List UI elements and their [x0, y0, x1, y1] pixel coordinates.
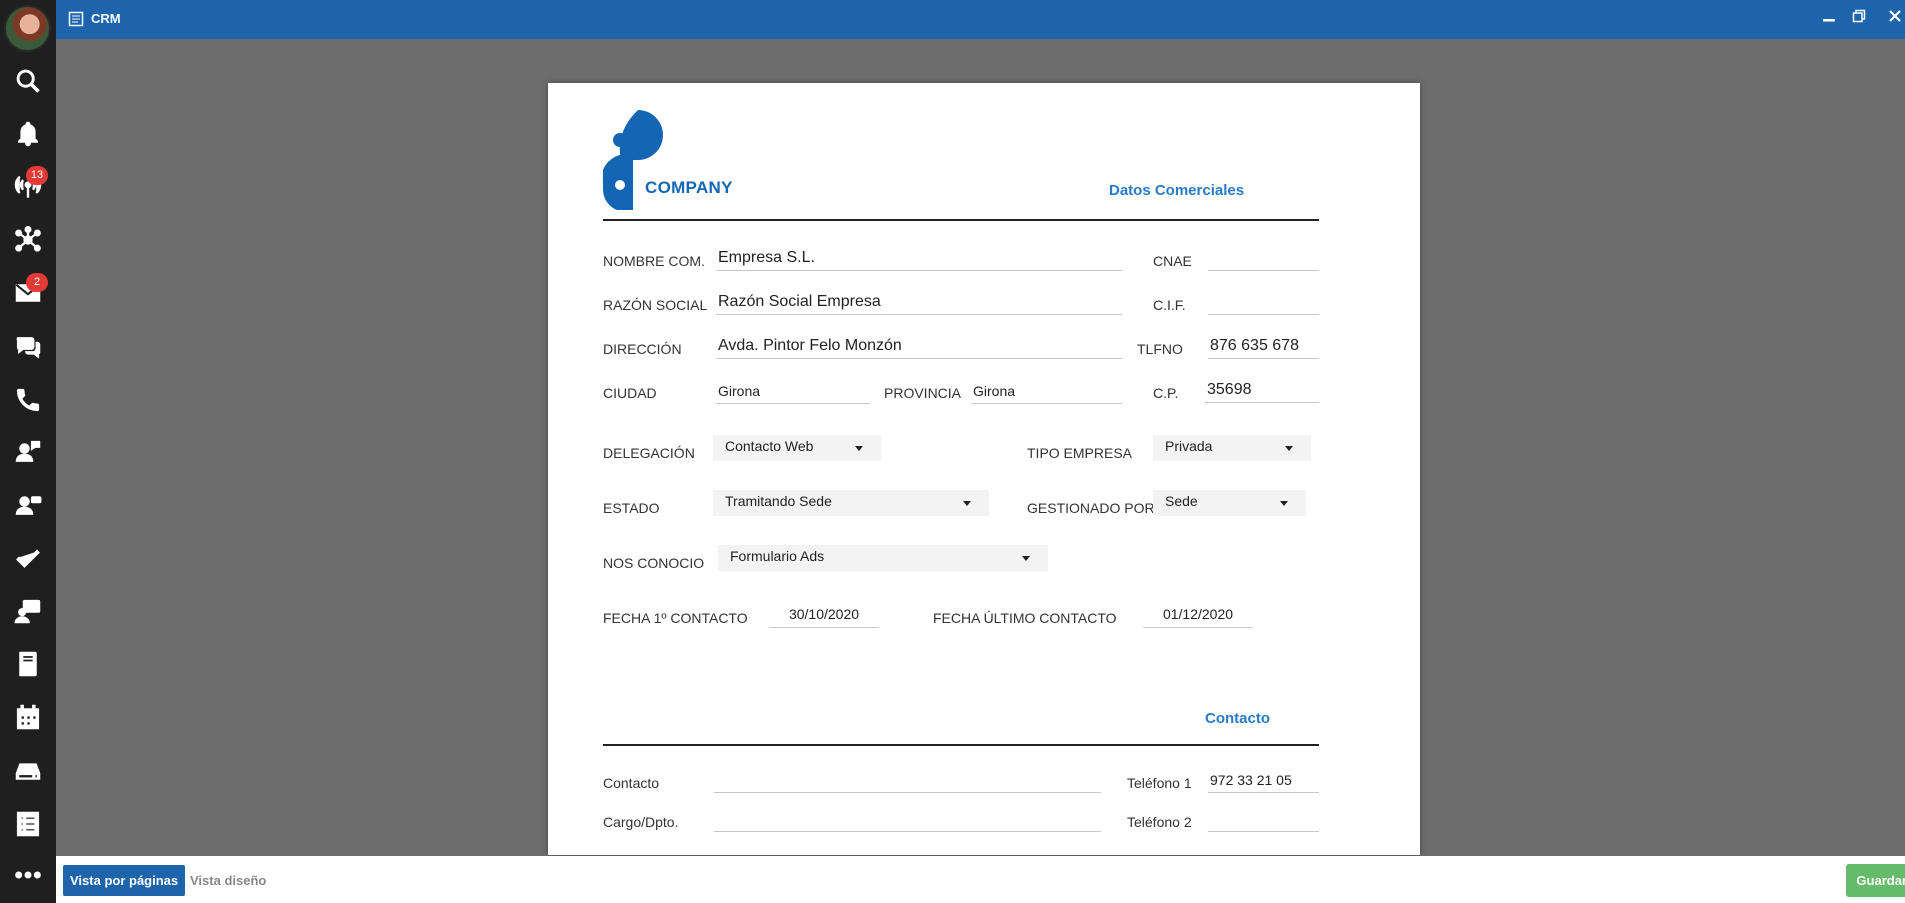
cargo-field[interactable]	[714, 808, 1101, 832]
search-icon[interactable]	[8, 61, 48, 101]
gestionado-select[interactable]: Sede	[1153, 490, 1306, 516]
chevron-down-icon	[1280, 501, 1288, 506]
provincia-label: PROVINCIA	[884, 385, 962, 401]
mail-icon[interactable]: 2	[8, 273, 48, 313]
phone-icon[interactable]	[8, 380, 48, 420]
tlfno-label: TLFNO	[1137, 341, 1183, 357]
razon-social-field[interactable]: Razón Social Empresa	[716, 291, 1122, 315]
estado-value: Tramitando Sede	[725, 493, 832, 509]
cp-field[interactable]: 35698	[1205, 379, 1319, 403]
fecha-ultimo-contacto-field[interactable]: 01/12/2020	[1143, 602, 1253, 628]
direccion-label: DIRECCIÓN	[603, 341, 682, 357]
minimize-icon[interactable]	[1819, 9, 1839, 29]
telefono2-label: Teléfono 2	[1127, 814, 1192, 830]
chevron-down-icon	[1022, 556, 1030, 561]
cnae-label: CNAE	[1153, 253, 1192, 269]
agent-chat-icon[interactable]	[8, 432, 48, 472]
book-icon[interactable]	[8, 644, 48, 684]
check-icon[interactable]	[8, 538, 48, 578]
ciudad-label: CIUDAD	[603, 385, 657, 401]
agent-ticket-icon[interactable]	[8, 485, 48, 525]
cargo-label: Cargo/Dpto.	[603, 814, 679, 830]
save-button[interactable]: Guardar	[1846, 864, 1905, 897]
delegacion-select[interactable]: Contacto Web	[713, 435, 881, 461]
avatar[interactable]	[4, 5, 51, 52]
fecha-primer-contacto-field[interactable]: 30/10/2020	[769, 602, 879, 628]
notification-badge: 2	[26, 273, 48, 292]
document-icon	[68, 11, 84, 27]
fecha-ultimo-contacto-label: FECHA ÚLTIMO CONTACTO	[933, 610, 1117, 626]
logo-text: COMPANY	[645, 178, 733, 197]
section-divider	[603, 744, 1319, 746]
nos-conocio-label: NOS CONOCIO	[603, 555, 705, 571]
cp-label: C.P.	[1153, 385, 1179, 401]
cif-field[interactable]	[1208, 291, 1319, 315]
more-icon[interactable]	[8, 855, 48, 895]
close-icon[interactable]	[1885, 9, 1905, 29]
estado-select[interactable]: Tramitando Sede	[713, 490, 989, 516]
antenna-icon[interactable]: 13	[8, 166, 48, 206]
razon-social-label: RAZÓN SOCIAL	[603, 297, 708, 313]
ciudad-field[interactable]: Girona	[716, 380, 870, 404]
list-icon[interactable]	[8, 804, 48, 844]
window-titlebar: CRM	[56, 0, 1905, 39]
window-title: CRM	[91, 11, 121, 26]
design-view-button[interactable]: Vista diseño	[190, 865, 266, 896]
nos-conocio-value: Formulario Ads	[730, 548, 825, 564]
cnae-field[interactable]	[1208, 247, 1319, 271]
estado-label: ESTADO	[603, 500, 660, 516]
restore-icon[interactable]	[1849, 9, 1869, 29]
telefono2-field[interactable]	[1208, 808, 1319, 832]
delegacion-value: Contacto Web	[725, 438, 814, 454]
tlfno-field[interactable]: 876 635 678	[1208, 335, 1319, 359]
cif-label: C.I.F.	[1153, 297, 1186, 313]
tipo-empresa-value: Privada	[1165, 438, 1213, 454]
gestionado-label: GESTIONADO POR	[1027, 500, 1155, 516]
storage-icon[interactable]	[8, 751, 48, 791]
bottom-toolbar: Vista por páginas Vista diseño Guardar	[56, 856, 1905, 903]
calendar-icon[interactable]	[8, 697, 48, 737]
gestionado-value: Sede	[1165, 493, 1198, 509]
telefono1-field[interactable]: 972 33 21 05	[1208, 769, 1319, 793]
network-icon[interactable]	[8, 220, 48, 260]
fecha-primer-contacto-label: FECHA 1º CONTACTO	[603, 610, 748, 626]
tipo-empresa-select[interactable]: Privada	[1153, 435, 1311, 461]
contacto-label: Contacto	[603, 775, 660, 791]
delegacion-label: DELEGACIÓN	[603, 445, 695, 461]
section-title-contact: Contacto	[1205, 710, 1270, 727]
chat-icon[interactable]	[8, 327, 48, 367]
section-title-commercial: Datos Comerciales	[1109, 182, 1245, 199]
nombre-field[interactable]: Empresa S.L.	[716, 247, 1122, 271]
nos-conocio-select[interactable]: Formulario Ads	[718, 545, 1048, 571]
left-sidebar: 13 2	[0, 0, 56, 903]
nombre-label: NOMBRE COM.	[603, 253, 705, 269]
monitor-user-icon[interactable]	[8, 591, 48, 631]
chevron-down-icon	[1285, 446, 1293, 451]
provincia-field[interactable]: Girona	[971, 380, 1122, 404]
telefono1-label: Teléfono 1	[1127, 775, 1192, 791]
contacto-field[interactable]	[714, 769, 1101, 793]
document-page: COMPANY Datos Comerciales NOMBRE COM. Em…	[548, 83, 1420, 855]
notification-badge: 13	[26, 166, 48, 185]
tipo-empresa-label: TIPO EMPRESA	[1027, 445, 1133, 461]
bell-icon[interactable]	[8, 114, 48, 154]
page-view-button[interactable]: Vista por páginas	[63, 865, 186, 896]
section-divider	[603, 219, 1319, 221]
chevron-down-icon	[963, 501, 971, 506]
chevron-down-icon	[855, 446, 863, 451]
direccion-field[interactable]: Avda. Pintor Felo Monzón	[716, 335, 1122, 359]
